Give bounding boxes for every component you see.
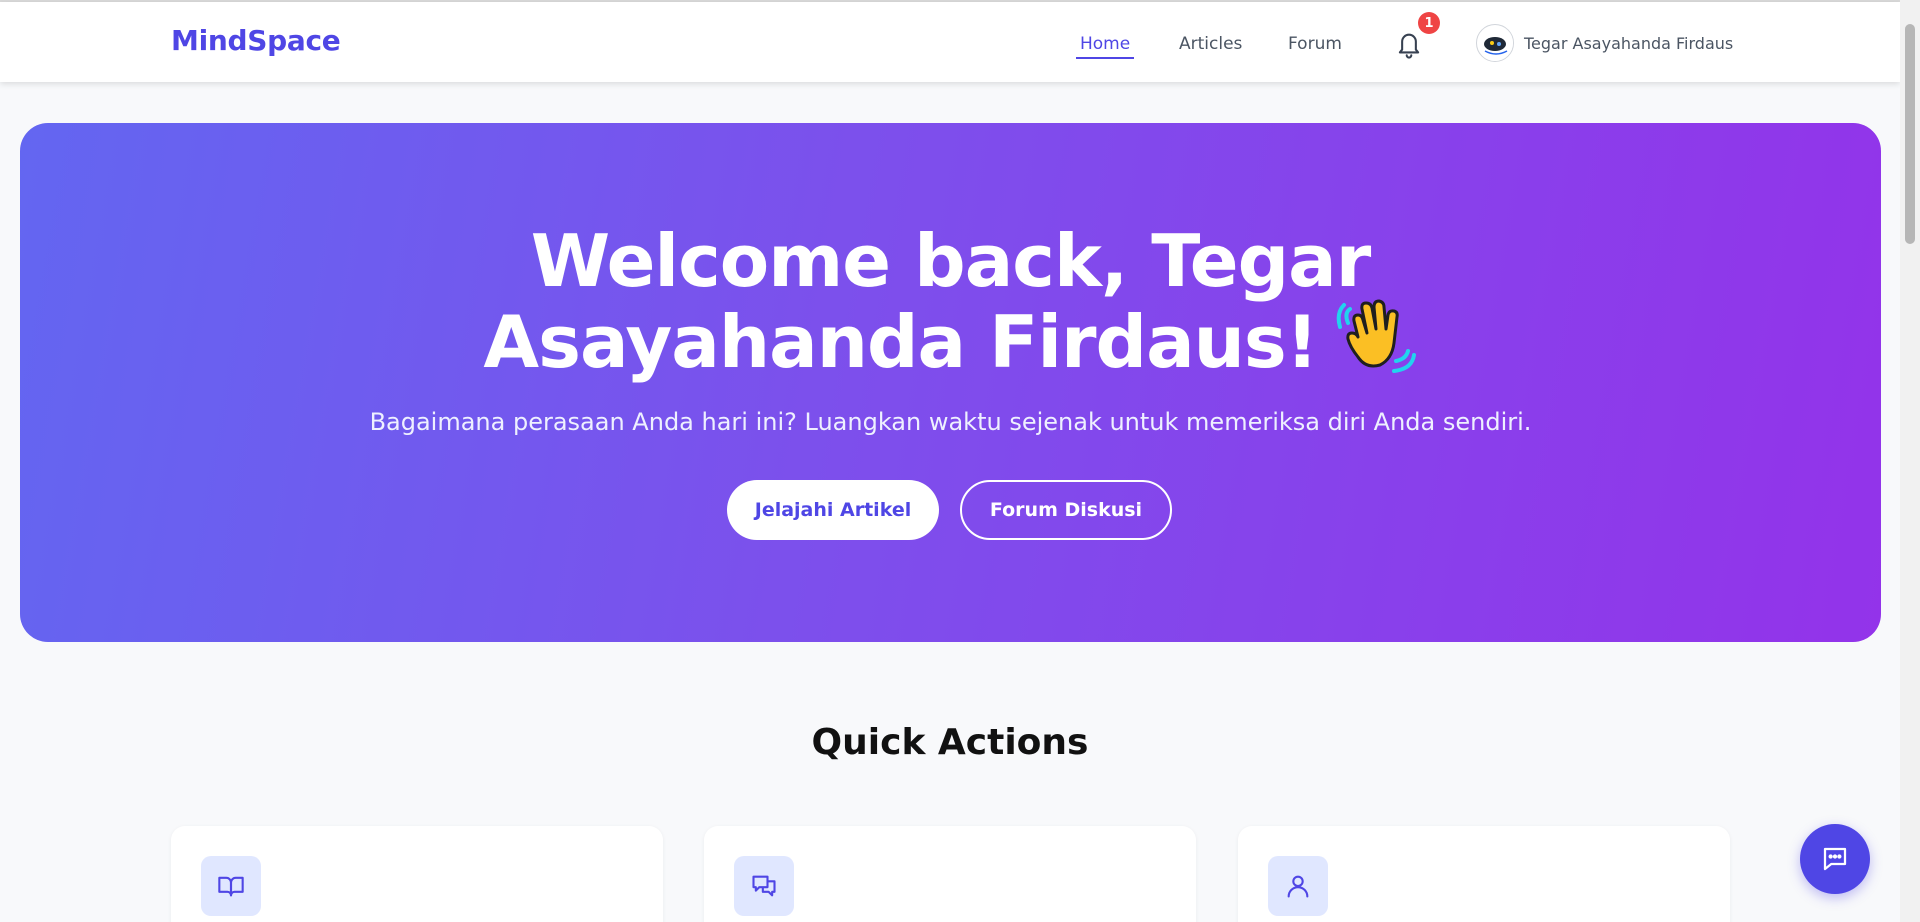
nav-forum-link[interactable]: Forum bbox=[1288, 34, 1342, 54]
chat-icon bbox=[1823, 847, 1847, 871]
notification-bell-icon[interactable] bbox=[1395, 29, 1423, 61]
chat-fab-button[interactable] bbox=[1800, 824, 1870, 894]
quick-action-card-articles[interactable] bbox=[171, 826, 663, 922]
scrollbar-thumb[interactable] bbox=[1905, 24, 1915, 244]
nav-home-link[interactable]: Home bbox=[1080, 34, 1130, 54]
brand-logo[interactable]: MindSpace bbox=[171, 24, 341, 57]
waving-hand-icon bbox=[1334, 293, 1418, 390]
user-name: Tegar Asayahanda Firdaus bbox=[1524, 33, 1734, 53]
discussion-forum-button[interactable]: Forum Diskusi bbox=[960, 480, 1172, 540]
quick-actions-title: Quick Actions bbox=[811, 722, 1089, 763]
quick-action-card-profile[interactable] bbox=[1238, 826, 1730, 922]
quick-action-card-forum[interactable] bbox=[704, 826, 1196, 922]
avatar bbox=[1476, 24, 1514, 62]
notification-count-badge: 1 bbox=[1418, 12, 1440, 34]
hero-title-line1: Welcome back, Tegar bbox=[530, 219, 1372, 303]
welcome-hero: Welcome back, Tegar Asayahanda Firdaus! … bbox=[20, 123, 1881, 642]
user-menu[interactable]: Tegar Asayahanda Firdaus bbox=[1476, 23, 1733, 63]
navbar: MindSpace Home Articles Forum 1 Tegar As… bbox=[0, 2, 1900, 82]
user-icon bbox=[1268, 856, 1328, 916]
nav-active-underline bbox=[1076, 57, 1134, 59]
page-scrollbar[interactable] bbox=[1900, 0, 1920, 922]
hero-title: Welcome back, Tegar Asayahanda Firdaus! bbox=[20, 223, 1881, 396]
hero-title-line2: Asayahanda Firdaus! bbox=[483, 300, 1318, 385]
hero-subtitle: Bagaimana perasaan Anda hari ini? Luangk… bbox=[369, 408, 1532, 436]
explore-articles-button[interactable]: Jelajahi Artikel bbox=[727, 480, 939, 540]
book-icon bbox=[201, 856, 261, 916]
chat-bubbles-icon bbox=[734, 856, 794, 916]
nav-articles-link[interactable]: Articles bbox=[1179, 34, 1242, 54]
